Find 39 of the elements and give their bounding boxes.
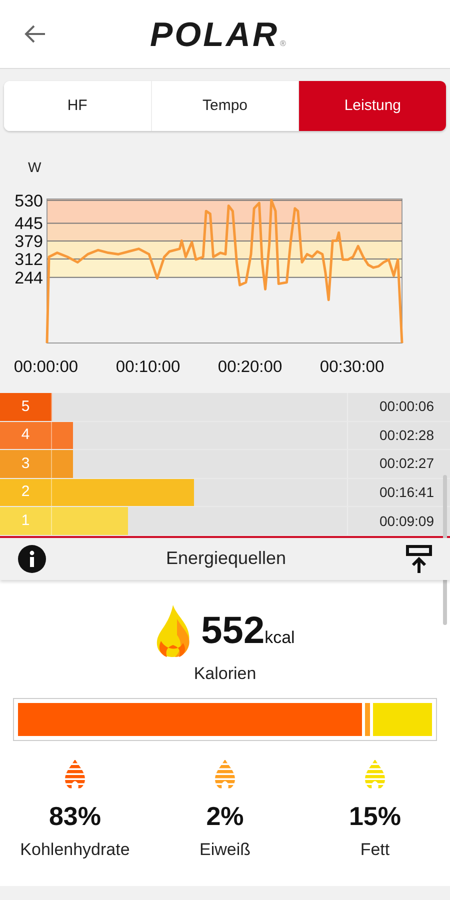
x-tick-label: 00:10:00 xyxy=(116,358,180,376)
section-title: Energiequellen xyxy=(166,547,286,570)
zone-time: 00:09:09 xyxy=(378,512,435,531)
info-icon[interactable] xyxy=(18,544,46,573)
y-tick-label: 445 xyxy=(14,214,43,234)
zone-time: 00:02:28 xyxy=(378,426,435,445)
zone-time: 00:16:41 xyxy=(378,483,435,502)
flame-icon xyxy=(155,604,192,657)
calorie-label: Kalorien xyxy=(194,662,256,685)
pin-to-top-icon[interactable] xyxy=(406,544,432,573)
source-label: Eiweiß xyxy=(199,839,250,862)
tab[interactable]: HF xyxy=(4,81,152,131)
tab[interactable]: Leistung xyxy=(299,81,446,131)
y-tick-label: 379 xyxy=(14,232,43,251)
percent-value: 2% xyxy=(206,803,244,830)
x-tick-label: 00:00:00 xyxy=(14,358,78,376)
y-tick-label: 530 xyxy=(14,191,43,210)
registered-mark: ® xyxy=(280,38,286,50)
zone-time: 00:02:27 xyxy=(378,454,435,474)
back-arrow-icon[interactable] xyxy=(24,25,46,43)
unit-label: W xyxy=(28,158,42,177)
source-label: Kohlenhydrate xyxy=(20,839,130,862)
calorie-value: 552 xyxy=(201,612,265,650)
percent-value: 15% xyxy=(348,803,402,830)
polar-logo: POLAR xyxy=(150,20,279,50)
source-label: Fett xyxy=(360,839,390,862)
zone-number: 2 xyxy=(0,478,52,506)
tab[interactable]: Tempo xyxy=(152,81,300,131)
y-tick-label: 244 xyxy=(14,268,43,288)
x-tick-label: 00:20:00 xyxy=(218,358,282,376)
zone-number: 5 xyxy=(0,393,52,421)
x-tick-label: 00:30:00 xyxy=(320,358,384,376)
calorie-unit: kcal xyxy=(264,626,295,649)
y-tick-label: 312 xyxy=(14,250,43,270)
zone-number: 4 xyxy=(0,422,52,450)
percent-value: 83% xyxy=(48,803,102,830)
zone-number: 1 xyxy=(0,507,52,535)
zone-time: 00:00:06 xyxy=(378,397,435,416)
zone-number: 3 xyxy=(0,450,52,478)
